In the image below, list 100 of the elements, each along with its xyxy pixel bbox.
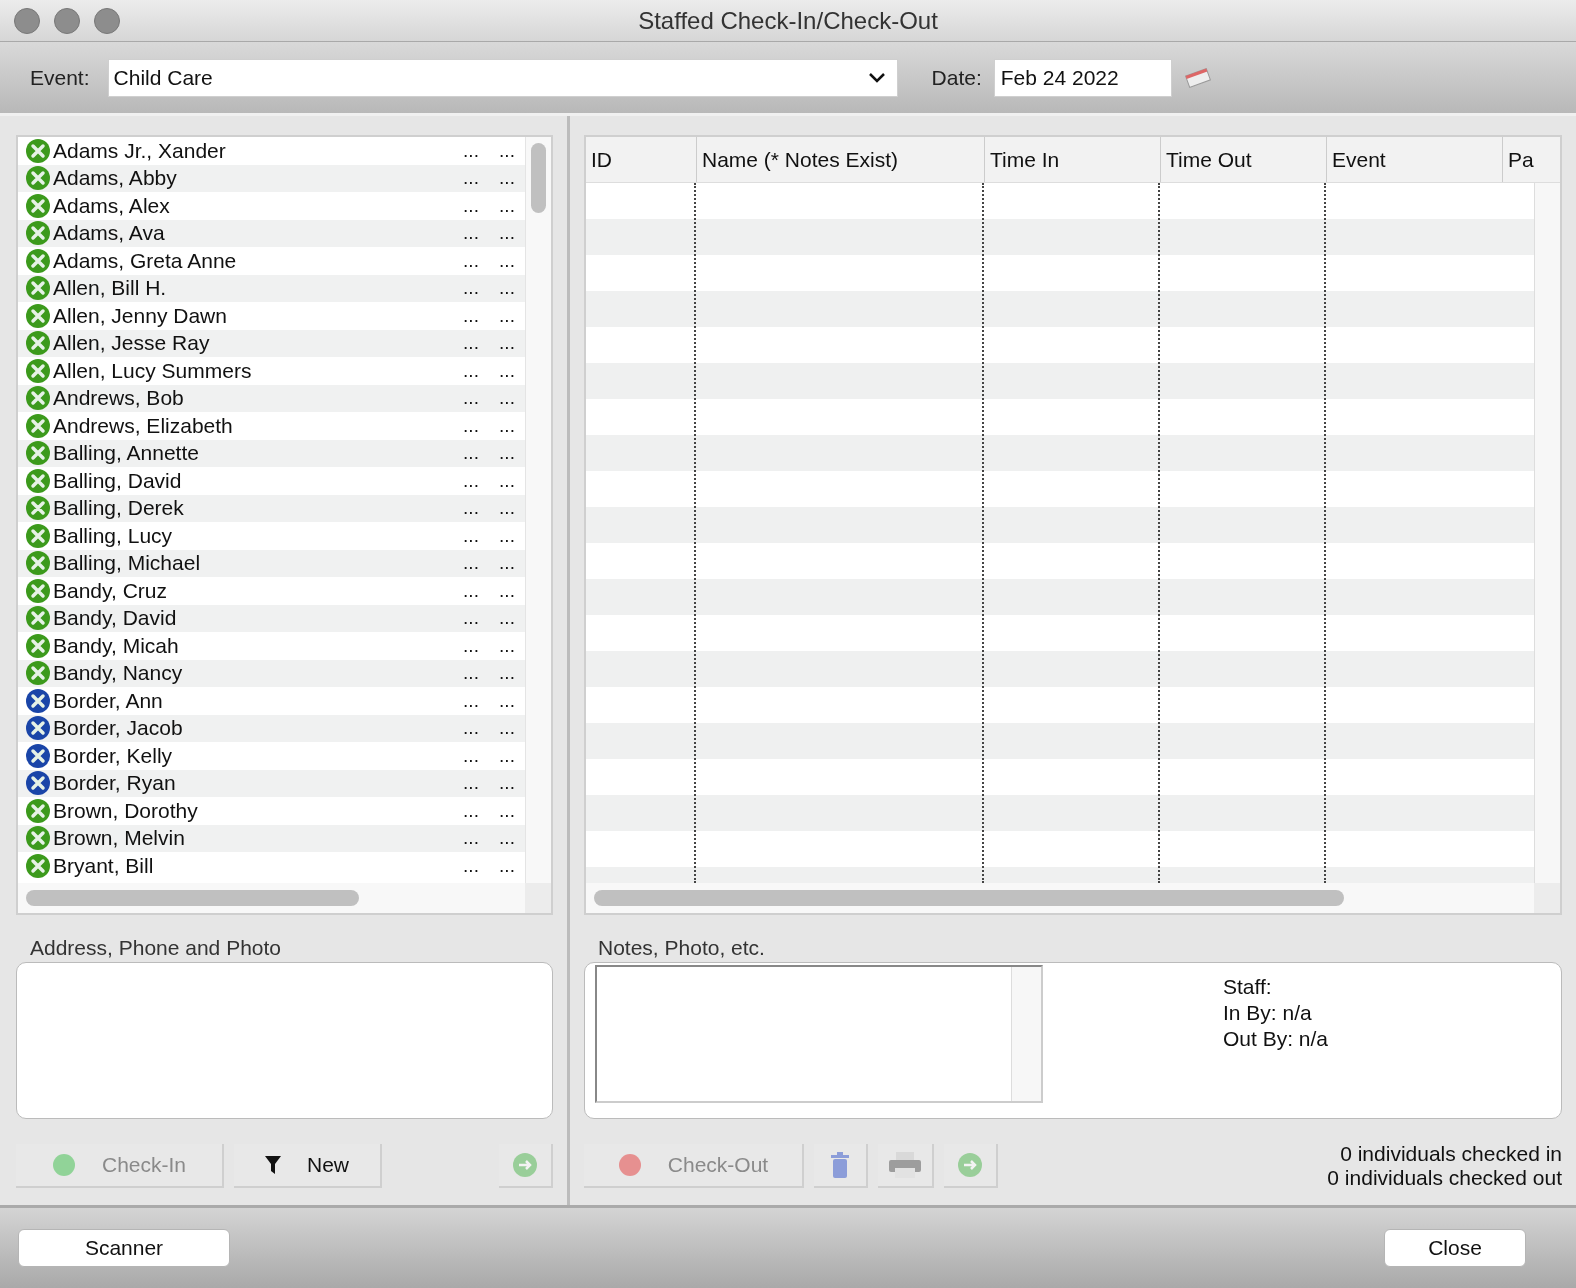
person-row[interactable]: Andrews, Bob ... ...	[18, 384, 525, 412]
person-row[interactable]: Allen, Jesse Ray ... ...	[18, 329, 525, 357]
list-cell-text: ...	[498, 387, 516, 410]
person-row[interactable]: Balling, Annette ... ...	[18, 439, 525, 467]
status-dot-icon	[617, 1153, 642, 1177]
list-cell-text: ...	[498, 277, 516, 300]
person-row[interactable]: Border, Ryan ... ...	[18, 769, 525, 797]
list-cell-text: ...	[462, 332, 480, 355]
status-text: 0 individuals checked in	[1340, 1142, 1562, 1166]
column-header[interactable]: Time In	[984, 137, 1160, 182]
person-row[interactable]: Adams, Abby ... ...	[18, 164, 525, 192]
list-cell-text: ...	[498, 222, 516, 245]
list-cell-text: ...	[498, 359, 516, 382]
event-label: Event:	[30, 65, 90, 90]
list-cell-text: ...	[498, 139, 516, 162]
list-cell-text: ...	[462, 662, 480, 685]
person-name: Allen, Bill H.	[53, 276, 168, 301]
list-cell-text: ...	[462, 607, 480, 630]
list-cell-text: ...	[498, 579, 516, 602]
person-row[interactable]: Allen, Bill H. ... ...	[18, 274, 525, 302]
funnel-icon	[265, 1156, 281, 1174]
list-cell-text: ...	[462, 442, 480, 465]
person-name: Balling, Derek	[53, 496, 185, 521]
person-name: Bandy, Micah	[53, 633, 180, 658]
list-cell-text: ...	[498, 607, 516, 630]
panel-label: Address, Phone and Photo	[30, 936, 282, 960]
list-cell-text: ...	[498, 249, 516, 272]
list-cell-text: ...	[462, 222, 480, 245]
list-cell-text: ...	[498, 497, 516, 520]
person-name: Bryant, Bill	[53, 853, 155, 878]
list-cell-text: ...	[462, 277, 480, 300]
list-cell-text: ...	[498, 414, 516, 437]
window-zoom-button[interactable]	[94, 7, 120, 34]
column-header[interactable]: ID	[586, 137, 696, 182]
list-cell-text: ...	[462, 167, 480, 190]
person-row[interactable]: Balling, Michael ... ...	[18, 549, 525, 577]
list-cell-text: ...	[462, 854, 480, 877]
list-cell-text: ...	[462, 497, 480, 520]
person-name: Border, Ann	[53, 688, 164, 713]
list-cell-text: ...	[462, 387, 480, 410]
person-row[interactable]: Balling, Derek ... ...	[18, 494, 525, 522]
list-cell-text: ...	[462, 827, 480, 850]
chevron-down-icon	[868, 72, 885, 83]
event-dropdown[interactable]: Child Care	[107, 58, 898, 97]
date-field[interactable]: Feb 24 2022	[993, 58, 1172, 97]
list-cell-text: ...	[498, 854, 516, 877]
list-cell-text: ...	[498, 689, 516, 712]
notes-field[interactable]	[595, 965, 1043, 1103]
column-header[interactable]: Event	[1326, 137, 1502, 182]
person-name: Adams, Abby	[53, 166, 178, 191]
person-name: Bandy, Nancy	[53, 661, 184, 686]
person-name: Bandy, Cruz	[53, 578, 168, 603]
person-name: Adams, Greta Anne	[53, 248, 238, 273]
list-cell-text: ...	[498, 552, 516, 575]
person-name: Allen, Lucy Summers	[53, 358, 253, 383]
list-cell-text: ...	[462, 359, 480, 382]
list-cell-text: ...	[462, 579, 480, 602]
trash-icon	[830, 1152, 850, 1178]
person-row[interactable]: Brown, Melvin ... ...	[18, 824, 525, 852]
person-name: Brown, Melvin	[53, 826, 186, 851]
person-name: Border, Jacob	[53, 716, 184, 741]
person-row[interactable]: Bandy, David ... ...	[18, 604, 525, 632]
status-text: 0 individuals checked out	[1327, 1166, 1562, 1190]
staff-info: Out By: n/a	[1223, 1027, 1329, 1051]
close-button[interactable]: Close	[1384, 1229, 1526, 1267]
person-name: Andrews, Elizabeth	[53, 413, 234, 438]
column-header[interactable]: Pa	[1502, 137, 1560, 182]
list-cell-text: ...	[498, 744, 516, 767]
vertical-scrollbar[interactable]	[1011, 967, 1041, 1101]
person-name: Allen, Jesse Ray	[53, 331, 211, 356]
list-cell-text: ...	[462, 689, 480, 712]
arrow-circle-icon	[512, 1152, 538, 1178]
list-cell-text: ...	[462, 469, 480, 492]
status-dot-icon	[52, 1153, 76, 1177]
scanner-button[interactable]: Scanner	[18, 1229, 230, 1267]
person-name: Balling, Michael	[53, 551, 202, 576]
list-cell-text: ...	[498, 469, 516, 492]
list-cell-text: ...	[462, 249, 480, 272]
person-name: Balling, Annette	[53, 441, 200, 466]
person-name: Bandy, David	[53, 606, 178, 631]
list-cell-text: ...	[498, 304, 516, 327]
person-row[interactable]: Adams, Ava ... ...	[18, 219, 525, 247]
window-title: Staffed Check-In/Check-Out	[638, 6, 939, 35]
person-name: Balling, Lucy	[53, 523, 174, 548]
list-cell-text: ...	[498, 634, 516, 657]
column-header[interactable]: Name (* Notes Exist)	[696, 137, 984, 182]
list-cell-text: ...	[462, 772, 480, 795]
action-button[interactable]: New	[234, 1144, 382, 1188]
staff-info: Staff:	[1223, 975, 1273, 999]
person-row[interactable]: Bandy, Nancy ... ...	[18, 659, 525, 687]
list-cell-text: ...	[498, 717, 516, 740]
window-minimize-button[interactable]	[54, 7, 80, 34]
list-cell-text: ...	[498, 194, 516, 217]
date-label: Date:	[931, 65, 982, 90]
list-cell-text: ...	[462, 552, 480, 575]
window-close-button[interactable]	[14, 7, 40, 34]
list-cell-text: ...	[462, 799, 480, 822]
column-header[interactable]: Time Out	[1160, 137, 1326, 182]
person-name: Border, Kelly	[53, 743, 174, 768]
person-row[interactable]: Border, Jacob ... ...	[18, 714, 525, 742]
